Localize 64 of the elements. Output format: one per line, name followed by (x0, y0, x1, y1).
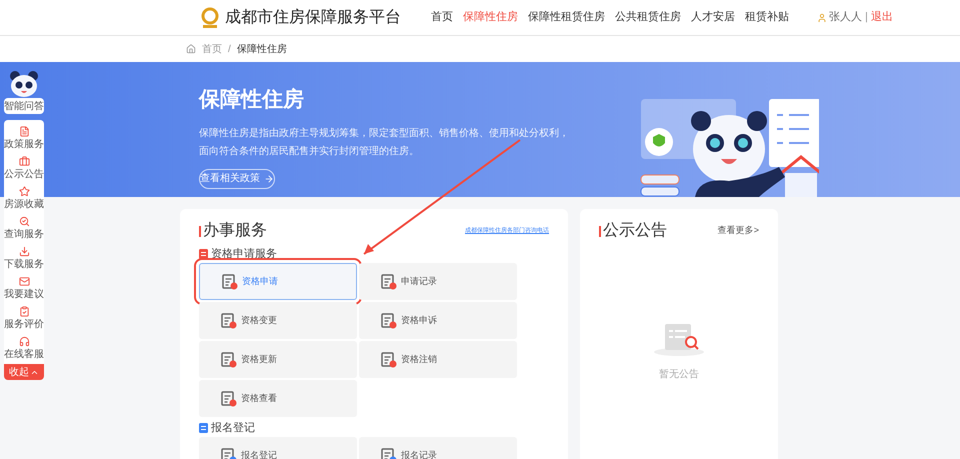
document-icon (221, 312, 237, 328)
sidebar-item[interactable]: 公示公告 (4, 154, 44, 182)
breadcrumb-separator: / (228, 42, 231, 56)
document-icon (221, 390, 237, 406)
search-icon (18, 216, 30, 227)
document-icon (221, 448, 237, 459)
service-tile[interactable]: 资格注销 (359, 341, 517, 378)
document-icon (222, 274, 238, 290)
document-icon (381, 274, 397, 290)
section-title: 公示公告 (603, 220, 667, 241)
nav-link[interactable]: 保障性租赁住房 (528, 9, 605, 26)
service-tile[interactable]: 资格查看 (199, 380, 357, 417)
banner-title: 保障性住房 (199, 86, 305, 113)
sidebar-item[interactable]: 下载服务 (4, 244, 44, 272)
download-icon (18, 246, 30, 257)
sidebar-item[interactable]: 房源收藏 (4, 184, 44, 212)
document-icon (381, 312, 397, 328)
banner-text: 保障性住房是指由政府主导规划筹集，限定套型面积、销售价格、使用和处分权利， (199, 126, 569, 140)
document-icon (381, 352, 397, 368)
service-tile[interactable]: 资格变更 (199, 302, 357, 339)
support-icon (18, 336, 30, 347)
sidebar-item[interactable]: 查询服务 (4, 214, 44, 242)
more-link[interactable]: 查看更多> (718, 224, 759, 238)
service-tile[interactable]: 报名登记 (199, 437, 357, 459)
banner-text: 面向符合条件的居民配售并实行封闭管理的住房。 (199, 144, 420, 158)
service-tile[interactable]: 资格申诉 (359, 302, 517, 339)
home-icon (186, 44, 196, 54)
logout-link[interactable]: 退出 (870, 9, 893, 26)
nav-link[interactable]: 租赁补贴 (745, 9, 789, 26)
star-icon (18, 186, 30, 197)
nav-link[interactable]: 公共租赁住房 (615, 9, 681, 26)
sidebar-item[interactable]: 服务评价 (4, 304, 44, 332)
service-tile[interactable]: 申请记录 (359, 263, 517, 300)
nav-link[interactable]: 保障性住房 (463, 9, 518, 26)
sidebar-item[interactable]: 在线客服 (4, 334, 44, 362)
assistant-button[interactable]: 智能问答 (4, 98, 44, 114)
document-icon (221, 352, 237, 368)
panda-avatar-icon (9, 70, 39, 98)
empty-message: 暂无公告 (659, 368, 699, 382)
collapse-button[interactable]: 收起 (4, 364, 44, 380)
document-icon (381, 448, 397, 459)
service-tile[interactable]: 报名记录 (359, 437, 517, 459)
service-tile[interactable]: 资格更新 (199, 341, 357, 378)
mail-icon (18, 276, 30, 287)
site-title: 成都市住房保障服务平台 (225, 8, 401, 28)
empty-document-icon (653, 321, 705, 357)
sidebar-item[interactable]: 我要建议 (4, 274, 44, 302)
logo-icon (200, 6, 220, 28)
user-name[interactable]: 张人人 (829, 9, 862, 26)
rate-icon (18, 306, 30, 317)
breadcrumb-item: 保障性住房 (236, 42, 287, 56)
title-marker (199, 226, 201, 236)
subsection-title: 报名登记 (211, 420, 255, 436)
policy-icon (18, 126, 30, 137)
user-icon (817, 12, 827, 22)
title-marker (599, 226, 601, 236)
nav-link[interactable]: 首页 (431, 9, 453, 26)
notice-icon (18, 156, 30, 167)
section-title: 办事服务 (203, 220, 267, 241)
separator: | (865, 10, 868, 26)
subsection-title: 资格申请服务 (211, 246, 277, 262)
sidebar-item[interactable]: 政策服务 (4, 124, 44, 152)
nav-link[interactable]: 人才安居 (691, 9, 735, 26)
arrow-icon (264, 174, 274, 184)
